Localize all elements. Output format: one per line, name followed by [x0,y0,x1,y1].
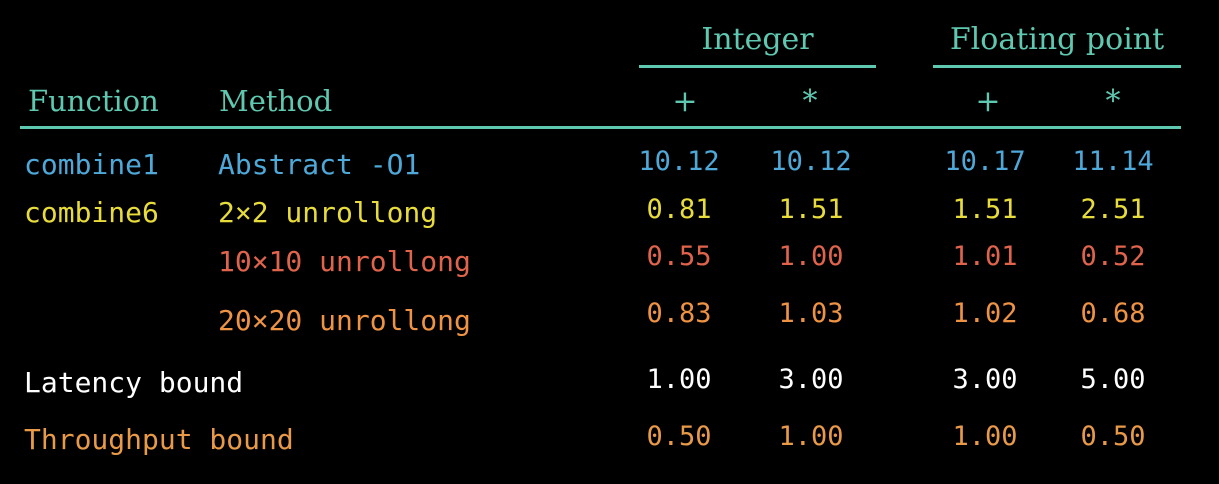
cell-int-add: 0.83 [646,298,712,329]
cell-int-add: 10.12 [638,146,720,177]
cell-int-mul: 10.12 [770,146,852,177]
integer-group-rule [639,65,876,68]
cell-int-add: 0.50 [646,421,712,452]
group-header-floating-point: Floating point [949,22,1165,57]
floating-point-group-rule [933,65,1181,68]
cell-int-mul: 3.00 [778,364,844,395]
cell-fp-add: 1.51 [952,194,1018,225]
cell-int-add: 1.00 [646,364,712,395]
cell-fp-add: 10.17 [944,146,1026,177]
cell-fp-add: 1.02 [952,298,1018,329]
header-rule [20,126,1181,129]
group-header-integer: Integer [701,22,814,57]
row-function-label: combine1 [24,148,159,181]
cell-fp-mul: 5.00 [1080,364,1146,395]
cell-int-add: 0.81 [646,194,712,225]
column-header-fp-mul: * [1105,84,1121,119]
cell-fp-add: 1.00 [952,421,1018,452]
cell-fp-add: 3.00 [952,364,1018,395]
cell-int-mul: 1.00 [778,421,844,452]
cell-int-mul: 1.00 [778,241,844,272]
column-header-int-add: + [672,84,698,119]
row-method-label: 10×10 unrollong [218,245,471,278]
row-method-label: Abstract -O1 [218,148,421,181]
column-header-function: Function [28,84,159,118]
cell-int-mul: 1.03 [778,298,844,329]
column-header-int-mul: * [802,84,818,119]
cell-fp-mul: 0.68 [1080,298,1146,329]
cell-fp-add: 1.01 [952,241,1018,272]
cell-int-mul: 1.51 [778,194,844,225]
row-method-label: 2×2 unrollong [218,196,438,229]
row-function-label: combine6 [24,196,159,229]
cell-fp-mul: 11.14 [1072,146,1154,177]
cell-int-add: 0.55 [646,241,712,272]
column-header-fp-add: + [975,84,1001,119]
cell-fp-mul: 0.50 [1080,421,1146,452]
row-function-label: Latency bound [24,366,244,399]
column-header-method: Method [219,84,333,118]
row-function-label: Throughput bound [24,423,294,456]
cell-fp-mul: 2.51 [1080,194,1146,225]
row-method-label: 20×20 unrollong [218,304,471,337]
cell-fp-mul: 0.52 [1080,241,1146,272]
